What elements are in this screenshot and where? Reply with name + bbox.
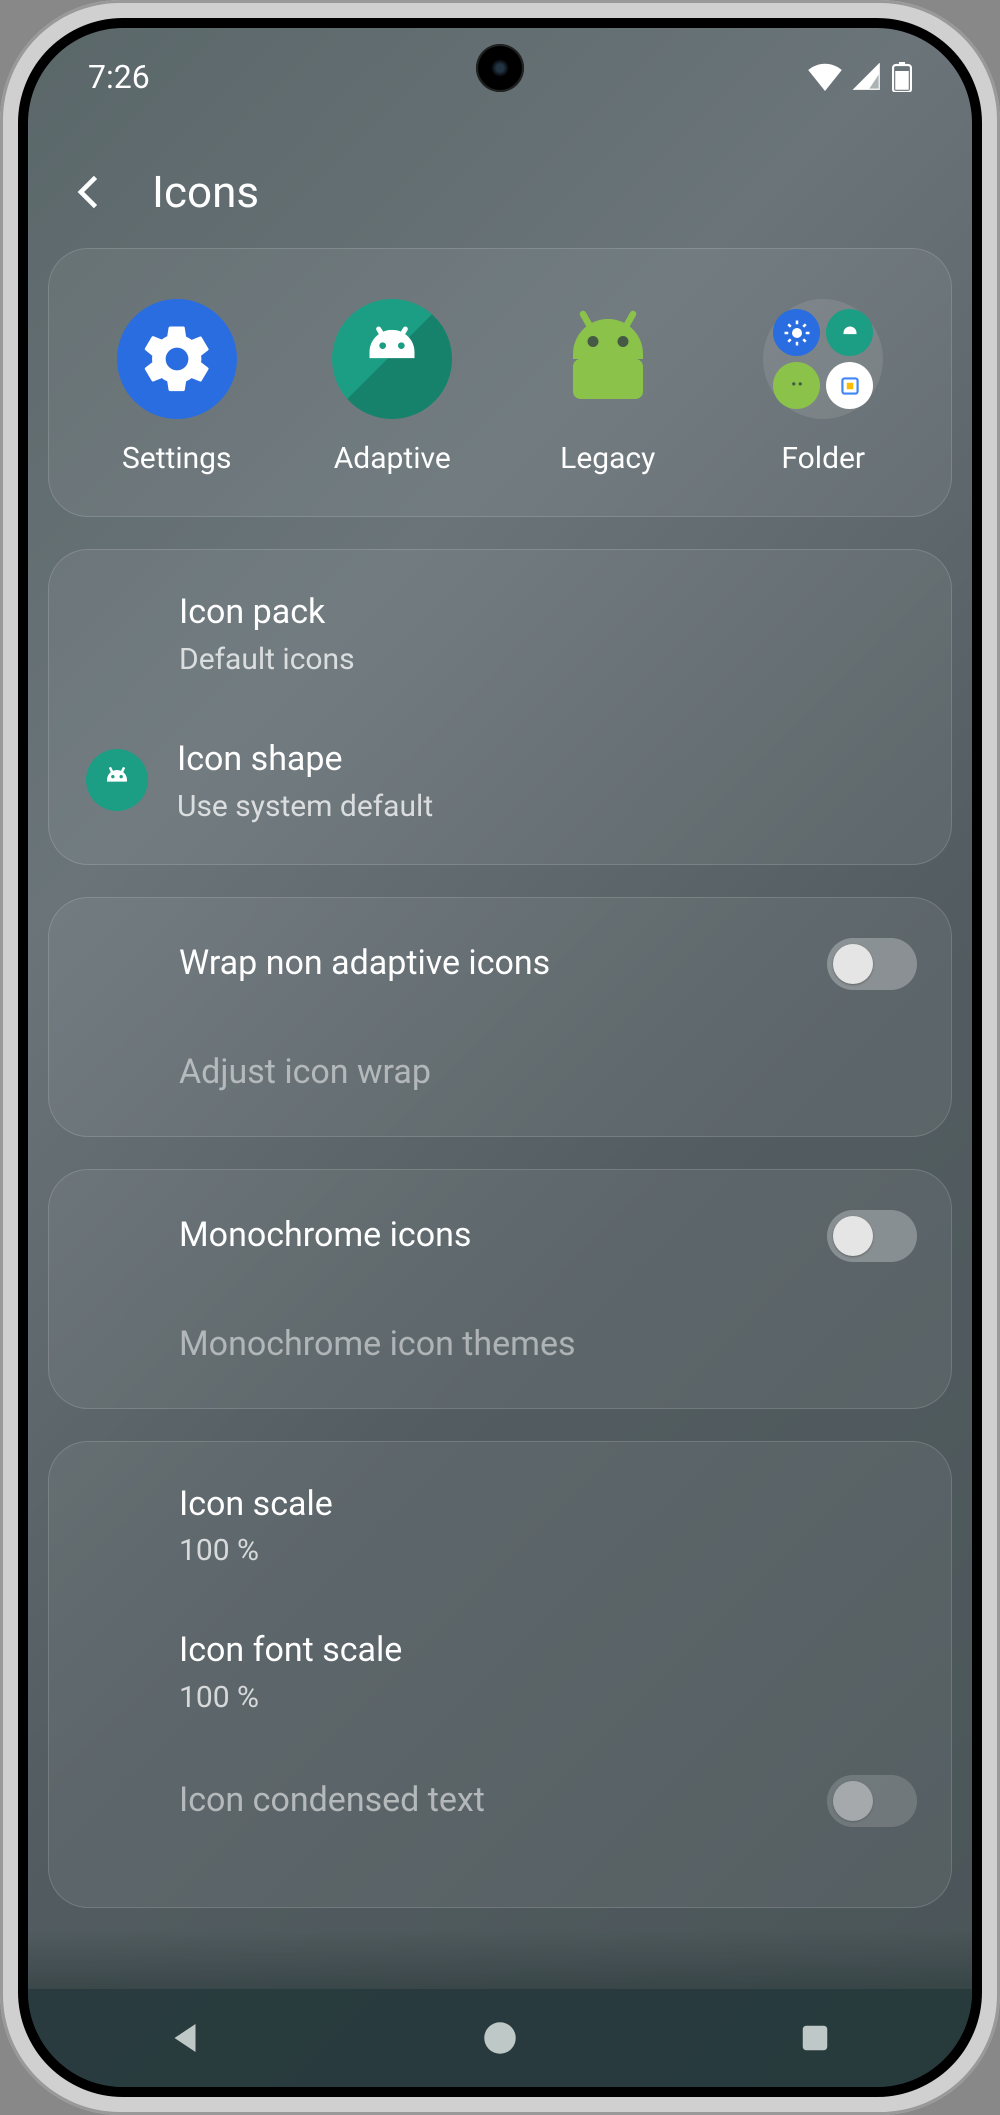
row-font-scale[interactable]: Icon font scale 100 % [49, 1598, 951, 1745]
fade-overlay [28, 1929, 972, 1989]
signal-icon [852, 63, 882, 91]
toggle-condensed[interactable] [827, 1775, 917, 1827]
row-title: Icon condensed text [179, 1778, 801, 1824]
back-icon[interactable] [68, 170, 112, 214]
status-icons [808, 62, 912, 92]
row-mono-themes: Monochrome icon themes [49, 1292, 951, 1398]
preview-label: Folder [781, 441, 865, 476]
row-subtitle: 100 % [179, 1533, 917, 1568]
wifi-icon [808, 63, 842, 91]
row-mono-toggle[interactable]: Monochrome icons [49, 1180, 951, 1292]
monochrome-card: Monochrome icons Monochrome icon themes [48, 1169, 952, 1409]
row-title: Monochrome icon themes [179, 1322, 917, 1368]
battery-icon [892, 62, 912, 92]
row-title: Icon pack [179, 590, 917, 636]
row-title: Adjust icon wrap [179, 1050, 917, 1096]
icon-config-card: Icon pack Default icons Icon shape Us [48, 549, 952, 865]
preview-item-settings[interactable]: Settings [69, 299, 285, 476]
device-frame: 7:26 Icons [0, 0, 1000, 2115]
row-title: Monochrome icons [179, 1213, 801, 1259]
row-subtitle: Default icons [179, 642, 917, 677]
preview-label: Adaptive [334, 441, 451, 476]
row-subtitle: 100 % [179, 1680, 917, 1715]
preview-item-adaptive[interactable]: Adaptive [285, 299, 501, 476]
android-icon [332, 299, 452, 419]
preview-item-folder[interactable]: Folder [716, 299, 932, 476]
nav-recent-icon[interactable] [794, 2017, 836, 2059]
content: Settings Adaptive [28, 248, 972, 1908]
row-icon-scale[interactable]: Icon scale 100 % [49, 1452, 951, 1599]
row-subtitle: Use system default [177, 789, 917, 824]
page-title: Icons [152, 166, 259, 218]
toggle-wrap[interactable] [827, 938, 917, 990]
preview-card: Settings Adaptive [48, 248, 952, 517]
android-legacy-icon [548, 299, 668, 419]
nav-back-icon[interactable] [164, 2017, 206, 2059]
row-icon-shape[interactable]: Icon shape Use system default [49, 707, 951, 854]
row-adjust-wrap: Adjust icon wrap [49, 1020, 951, 1126]
preview-label: Settings [122, 441, 232, 476]
row-condensed-text[interactable]: Icon condensed text [49, 1745, 951, 1857]
preview-row: Settings Adaptive [49, 259, 951, 506]
preview-item-legacy[interactable]: Legacy [500, 299, 716, 476]
nav-bar [28, 1989, 972, 2087]
row-title: Icon font scale [179, 1628, 917, 1674]
preview-label: Legacy [560, 441, 655, 476]
camera-notch [476, 44, 524, 92]
row-title: Icon shape [177, 737, 917, 783]
app-header: Icons [28, 126, 972, 248]
settings-icon [117, 299, 237, 419]
screen-bezel: 7:26 Icons [18, 18, 982, 2097]
row-icon-pack[interactable]: Icon pack Default icons [49, 560, 951, 707]
row-wrap-toggle[interactable]: Wrap non adaptive icons [49, 908, 951, 1020]
scale-card: Icon scale 100 % Icon font scale 100 % I… [48, 1441, 952, 1909]
row-title: Icon scale [179, 1482, 917, 1528]
row-title: Wrap non adaptive icons [179, 941, 801, 987]
screen: 7:26 Icons [28, 28, 972, 2087]
android-shape-icon [86, 749, 148, 811]
folder-icon [763, 299, 883, 419]
status-time: 7:26 [88, 58, 150, 96]
wrap-card: Wrap non adaptive icons Adjust icon wrap [48, 897, 952, 1137]
nav-home-icon[interactable] [479, 2017, 521, 2059]
toggle-monochrome[interactable] [827, 1210, 917, 1262]
